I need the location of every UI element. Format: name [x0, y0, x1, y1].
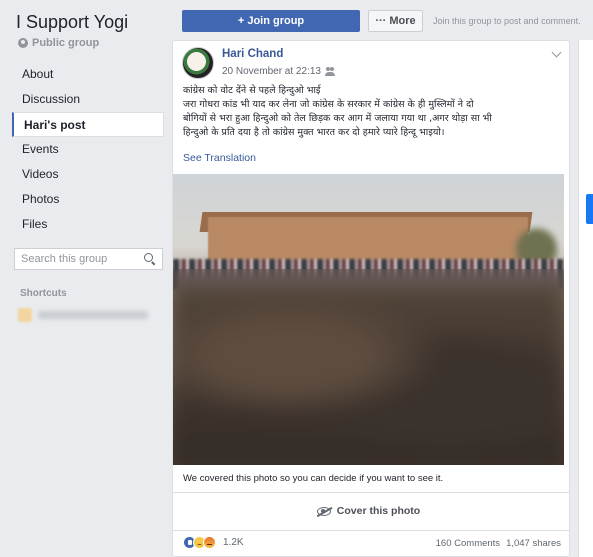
nav-item-events[interactable]: Events [12, 137, 164, 162]
nav-item-haris-post[interactable]: Hari's post [12, 112, 164, 137]
comments-count-link[interactable]: 160 Comments [436, 538, 500, 549]
globe-icon [18, 38, 28, 48]
eye-slash-icon [316, 506, 331, 516]
photo-blur-veil [173, 269, 564, 465]
join-group-button[interactable]: + Join group [182, 10, 360, 32]
post-meta: 20 November at 22:13 [222, 66, 335, 77]
group-search [14, 248, 163, 270]
shortcut-label-blurred [38, 311, 148, 319]
photo-building [208, 217, 528, 265]
post-card: Hari Chand 20 November at 22:13 कांग्रेस… [172, 40, 570, 557]
nav-item-files[interactable]: Files [12, 212, 164, 237]
cover-photo-button[interactable]: Cover this photo [173, 493, 564, 529]
reaction-icons [183, 536, 216, 549]
post-author[interactable]: Hari Chand [222, 48, 283, 60]
group-privacy: Public group [18, 37, 99, 49]
search-icon[interactable] [144, 253, 156, 265]
join-hint-text: Join this group to post and comment. [433, 16, 581, 26]
group-nav: About Discussion Hari's post Events Vide… [12, 62, 164, 237]
audience-icon [324, 67, 335, 76]
shortcut-thumbnail [18, 308, 32, 322]
nav-item-about[interactable]: About [12, 62, 164, 87]
group-action-bar: + Join group ··· More Join this group to… [182, 10, 593, 32]
facebook-badge-icon [586, 194, 593, 224]
engagement-counts: 160 Comments 1,047 shares [436, 538, 561, 549]
author-avatar[interactable] [182, 47, 214, 79]
right-column-card [578, 40, 593, 557]
shortcuts-heading: Shortcuts [20, 288, 67, 299]
post-body: कांग्रेस को वोट देंने से पहले हिन्दुओ भा… [183, 84, 565, 140]
nav-item-photos[interactable]: Photos [12, 187, 164, 212]
post-options-chevron-icon[interactable] [551, 47, 562, 58]
post-timestamp[interactable]: 20 November at 22:13 [222, 66, 321, 77]
cover-notice: We covered this photo so you can decide … [183, 473, 444, 484]
nav-item-discussion[interactable]: Discussion [12, 87, 164, 112]
post-text-line: कांग्रेस को वोट देंने से पहले हिन्दुओ भा… [183, 85, 321, 96]
cover-photo-label: Cover this photo [336, 505, 421, 517]
nav-item-videos[interactable]: Videos [12, 162, 164, 187]
shares-count-link[interactable]: 1,047 shares [506, 538, 561, 549]
group-title[interactable]: I Support Yogi [16, 12, 128, 33]
reactions-summary[interactable]: 1.2K [183, 536, 244, 549]
more-button[interactable]: ··· More [368, 10, 423, 32]
post-text-line: जरा गोधरा कांड भी याद कर लेना जो कांग्रे… [183, 99, 474, 110]
post-photo-covered[interactable] [173, 174, 564, 465]
reaction-count: 1.2K [223, 537, 244, 548]
group-privacy-label: Public group [32, 37, 100, 49]
see-translation-link[interactable]: See Translation [183, 152, 256, 164]
angry-icon [203, 536, 216, 549]
post-text-line: हिन्दुओ के प्रति दया है तो कांग्रेस मुक्… [183, 127, 445, 138]
sidebar: I Support Yogi Public group About Discus… [0, 0, 172, 557]
group-search-input[interactable] [21, 253, 133, 265]
shortcut-item-blurred[interactable] [18, 308, 163, 322]
divider [173, 530, 569, 531]
post-text-line: बोगियों से भरा हुआ हिन्दुओ को तेल छिड़क … [183, 113, 492, 124]
